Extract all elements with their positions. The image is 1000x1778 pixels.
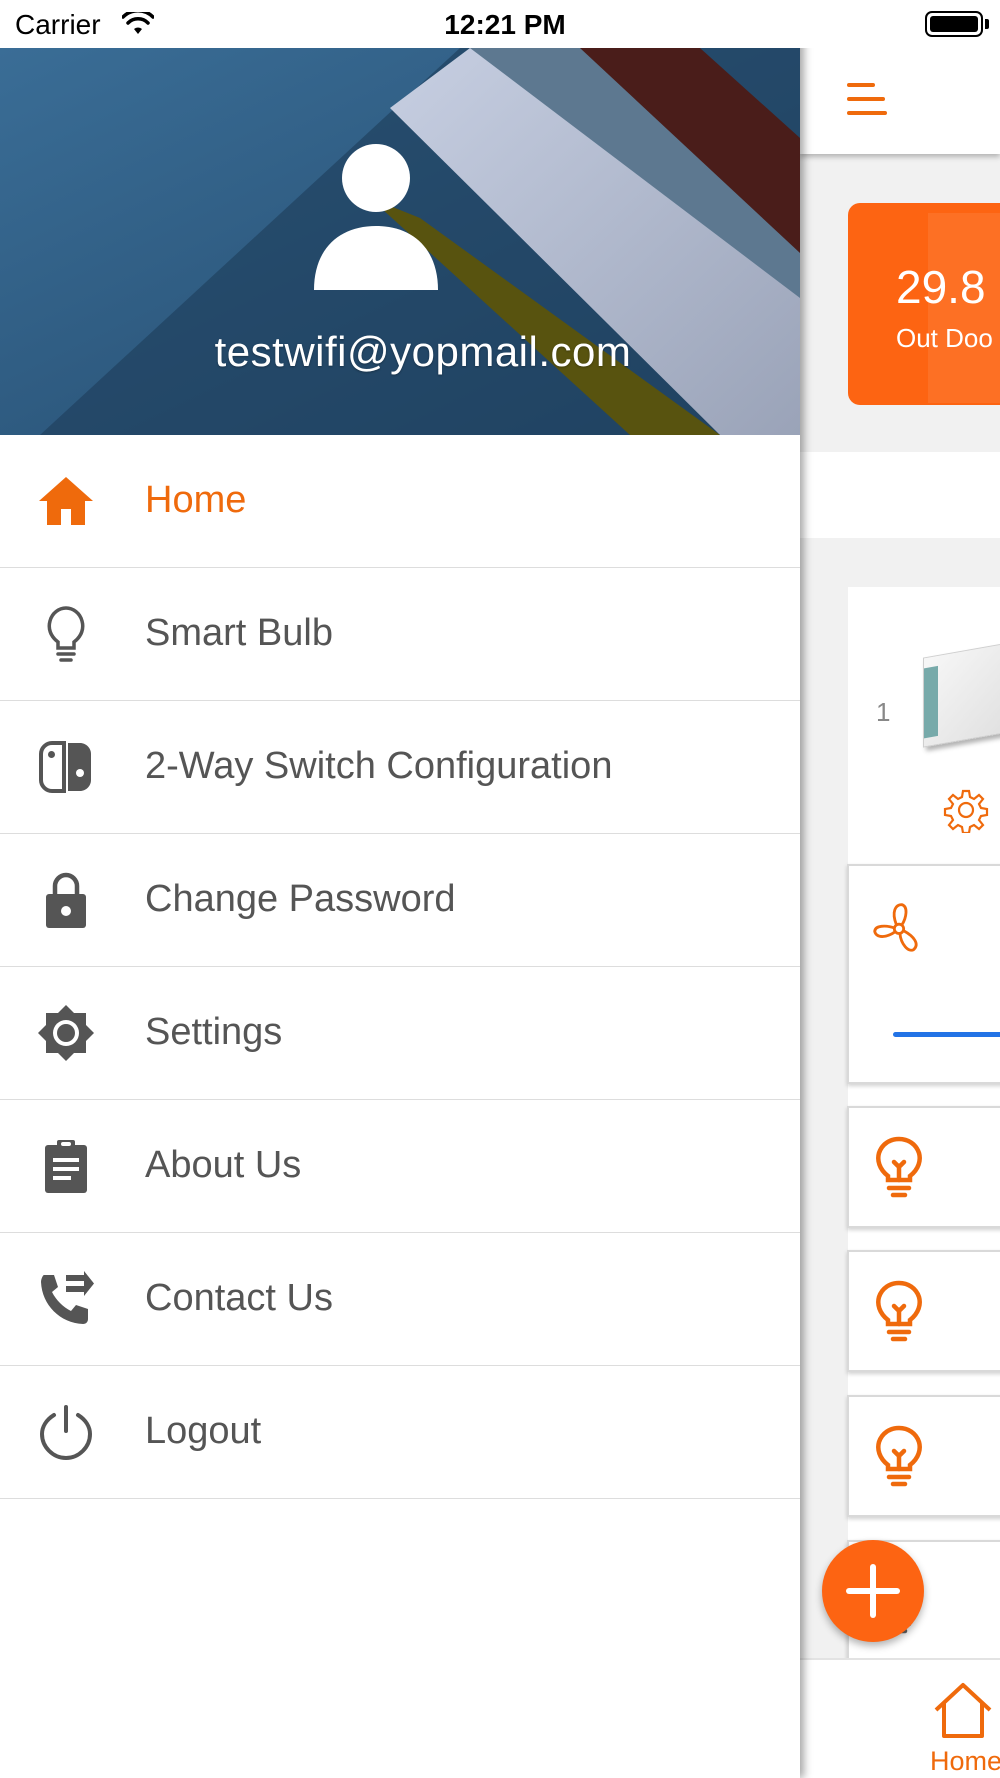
bottom-tab-bar: Home [800,1658,1000,1778]
status-time: 12:21 PM [444,9,566,40]
menu-item-label: Home [145,479,247,521]
device-index: 1 [876,697,891,727]
menu-item-about-us[interactable]: About Us [0,1100,800,1233]
bulb-icon [47,606,85,662]
switch-icon [39,741,91,793]
bulb-icon [876,1136,922,1198]
add-device-button[interactable] [822,1540,924,1642]
fan-speed-slider[interactable] [893,1032,1000,1037]
menu-item-label: Contact Us [145,1277,333,1319]
bulb-tile[interactable] [847,1250,1000,1372]
menu-hamburger-icon[interactable] [847,83,889,119]
menu-item-change-password[interactable]: Change Password [0,834,800,967]
menu-item-home[interactable]: Home [0,435,800,568]
status-bar: Carrier 12:21 PM [0,0,1000,48]
fan-icon [873,903,918,952]
menu-item-contact-us[interactable]: Contact Us [0,1233,800,1366]
home-icon [39,477,93,525]
bulb-tile[interactable] [847,1395,1000,1517]
section-band [800,452,1000,538]
drawer-header: testwifi@yopmail.com [0,48,800,435]
home-tab-label[interactable]: Home [930,1746,1000,1777]
gear-icon[interactable] [943,787,989,833]
brightness-icon [38,1005,94,1061]
user-email: testwifi@yopmail.com [214,328,632,375]
user-avatar-icon [314,144,438,290]
phone-forward-icon [41,1271,94,1324]
outdoor-label: Out Doo [896,323,993,353]
bulb-icon [876,1425,922,1487]
clipboard-icon [45,1140,87,1193]
device-image [923,636,1000,748]
home-tab-icon[interactable] [930,1680,996,1740]
lock-icon [46,872,86,928]
navigation-drawer: testwifi@yopmail.com Home Smart Bulb 2-W… [0,0,800,1778]
battery-tip [985,19,989,29]
app-bar [800,48,1000,154]
menu-item-label: Smart Bulb [145,612,333,654]
bulb-tile[interactable] [847,1106,1000,1228]
drawer-menu: Home Smart Bulb 2-Way Switch Configurati… [0,435,800,1499]
outdoor-temperature: 29.8 [896,261,986,313]
menu-item-label: About Us [145,1144,302,1186]
menu-item-label: Logout [145,1410,262,1452]
menu-item-logout[interactable]: Logout [0,1366,800,1499]
menu-item-label: Change Password [145,878,456,920]
battery-icon [925,11,983,37]
menu-item-label: 2-Way Switch Configuration [145,745,613,787]
main-screen: 29.8 Out Doo 1 Home [800,0,1000,1778]
menu-item-2way-switch-configuration[interactable]: 2-Way Switch Configuration [0,701,800,834]
menu-item-settings[interactable]: Settings [0,967,800,1100]
menu-item-label: Settings [145,1011,283,1053]
outdoor-weather-card[interactable]: 29.8 Out Doo [848,203,1000,405]
bulb-icon [876,1280,922,1342]
fan-tile[interactable] [847,864,1000,1084]
menu-item-smart-bulb[interactable]: Smart Bulb [0,568,800,701]
power-icon [39,1405,93,1461]
